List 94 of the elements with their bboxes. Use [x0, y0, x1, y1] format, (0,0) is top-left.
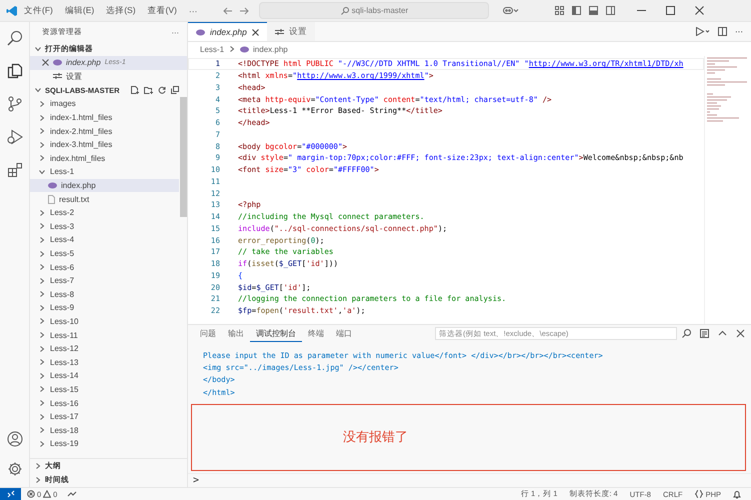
- folder-item[interactable]: Less-4: [30, 233, 179, 247]
- new-folder-icon[interactable]: [144, 86, 153, 94]
- annotation-text: 没有报错了: [343, 428, 408, 446]
- settings-icon[interactable]: [6, 461, 22, 477]
- warning-icon[interactable]: [43, 490, 52, 498]
- split-editor-icon[interactable]: [718, 27, 727, 36]
- folder-item[interactable]: Less-12: [30, 342, 179, 356]
- folder-item[interactable]: images: [30, 97, 179, 111]
- layout-icon[interactable]: [555, 6, 564, 15]
- folder-item[interactable]: Less-11: [30, 328, 179, 342]
- new-file-icon[interactable]: [131, 86, 139, 94]
- panel-tab[interactable]: 终端: [302, 326, 330, 342]
- remote-button[interactable]: [0, 488, 21, 500]
- panel-tab[interactable]: 调试控制台: [250, 326, 302, 342]
- folder-item[interactable]: Less-19: [30, 437, 179, 451]
- folder-item[interactable]: Less-10: [30, 314, 179, 328]
- source-control-icon[interactable]: [6, 96, 22, 112]
- copilot-icon[interactable]: [503, 6, 520, 15]
- scrollbar-thumb[interactable]: [180, 97, 187, 218]
- chevron-down-icon[interactable]: [34, 45, 42, 53]
- app-logo-icon: [6, 4, 18, 16]
- breadcrumb-item[interactable]: index.php: [253, 44, 288, 54]
- ports-icon[interactable]: [67, 490, 78, 498]
- panel-tab[interactable]: 问题: [194, 326, 222, 342]
- error-icon[interactable]: [27, 490, 35, 498]
- folder-item[interactable]: index-2.html_files: [30, 124, 179, 138]
- file-item[interactable]: result.txt: [30, 192, 179, 206]
- php-file-icon: [240, 46, 250, 52]
- php-file-icon: [53, 59, 62, 66]
- extensions-icon[interactable]: [6, 162, 22, 178]
- maximize-icon[interactable]: [666, 6, 676, 15]
- account-icon[interactable]: [6, 431, 22, 447]
- menu-item[interactable]: 编辑(E): [58, 2, 100, 18]
- php-file-icon: [196, 28, 205, 36]
- php-file-icon: [48, 182, 57, 190]
- breadcrumb-item[interactable]: Less-1: [200, 44, 224, 54]
- folder-item[interactable]: Less-16: [30, 396, 179, 410]
- menu-item[interactable]: 文件(F): [18, 2, 59, 18]
- folder-item[interactable]: Less-18: [30, 423, 179, 438]
- close-icon[interactable]: [695, 6, 704, 15]
- folder-item[interactable]: Less-14: [30, 369, 179, 383]
- refresh-icon[interactable]: [158, 86, 166, 94]
- forward-arrow-icon[interactable]: [239, 6, 250, 14]
- chevron-down-icon[interactable]: [38, 168, 46, 176]
- close-icon[interactable]: [252, 28, 259, 36]
- folder-item[interactable]: index-3.html_files: [30, 138, 179, 152]
- settings-lines-icon: [274, 28, 284, 36]
- menu-item[interactable]: 选择(S): [100, 2, 142, 18]
- search-field[interactable]: sqli-labs-master: [259, 2, 490, 19]
- search-icon: [340, 6, 349, 14]
- console-prompt[interactable]: >: [188, 472, 751, 486]
- folder-item[interactable]: index.html_files: [30, 152, 179, 166]
- folder-item[interactable]: Less-1: [30, 165, 179, 179]
- folder-item[interactable]: Less-9: [30, 301, 179, 315]
- folder-item[interactable]: Less-13: [30, 355, 179, 370]
- toggle-panel-icon[interactable]: [589, 6, 598, 15]
- menu-item[interactable]: 查看(V): [142, 2, 183, 18]
- folder-item[interactable]: Less-6: [30, 260, 179, 274]
- file-item[interactable]: index.php: [30, 178, 179, 192]
- notification-bell-icon[interactable]: [733, 490, 741, 498]
- back-arrow-icon[interactable]: [223, 6, 234, 14]
- folder-item[interactable]: Less-8: [30, 288, 179, 302]
- folder-item[interactable]: Less-3: [30, 220, 179, 234]
- panel-tab[interactable]: 端口: [330, 326, 358, 342]
- search-icon[interactable]: [6, 30, 22, 46]
- collapse-all-icon[interactable]: [171, 86, 179, 94]
- folder-item[interactable]: index-1.html_files: [30, 110, 179, 124]
- folder-item[interactable]: Less-17: [30, 410, 179, 424]
- remote-icon: [6, 490, 14, 498]
- chevron-up-icon[interactable]: [718, 329, 727, 338]
- text-file-icon: [48, 194, 55, 204]
- open-editor-item[interactable]: 设置: [30, 70, 187, 84]
- panel-tab[interactable]: 输出: [222, 326, 250, 342]
- breadcrumb-separator-icon[interactable]: [228, 45, 236, 53]
- search-icon[interactable]: [682, 329, 691, 338]
- run-debug-icon[interactable]: [6, 129, 22, 145]
- editor-tab[interactable]: 设置: [266, 22, 315, 41]
- chevron-down-icon[interactable]: [34, 86, 42, 94]
- close-icon[interactable]: [736, 329, 745, 338]
- editor-tab[interactable]: index.php: [188, 22, 267, 41]
- more-actions-button[interactable]: ···: [735, 27, 743, 36]
- settings-lines-icon: [53, 72, 62, 80]
- close-icon[interactable]: [42, 59, 49, 66]
- folder-item[interactable]: Less-15: [30, 382, 179, 396]
- list-icon[interactable]: [700, 329, 709, 338]
- menu-item[interactable]: ···: [182, 4, 204, 18]
- toggle-sidebar-icon[interactable]: [572, 6, 582, 15]
- files-icon[interactable]: [6, 63, 22, 79]
- braces-icon: [694, 490, 703, 498]
- folder-item[interactable]: Less-7: [30, 274, 179, 288]
- toggle-secondary-sidebar-icon[interactable]: [606, 6, 616, 15]
- run-icon[interactable]: [696, 27, 710, 36]
- folder-item[interactable]: Less-2: [30, 206, 179, 220]
- folder-item[interactable]: Less-5: [30, 246, 179, 260]
